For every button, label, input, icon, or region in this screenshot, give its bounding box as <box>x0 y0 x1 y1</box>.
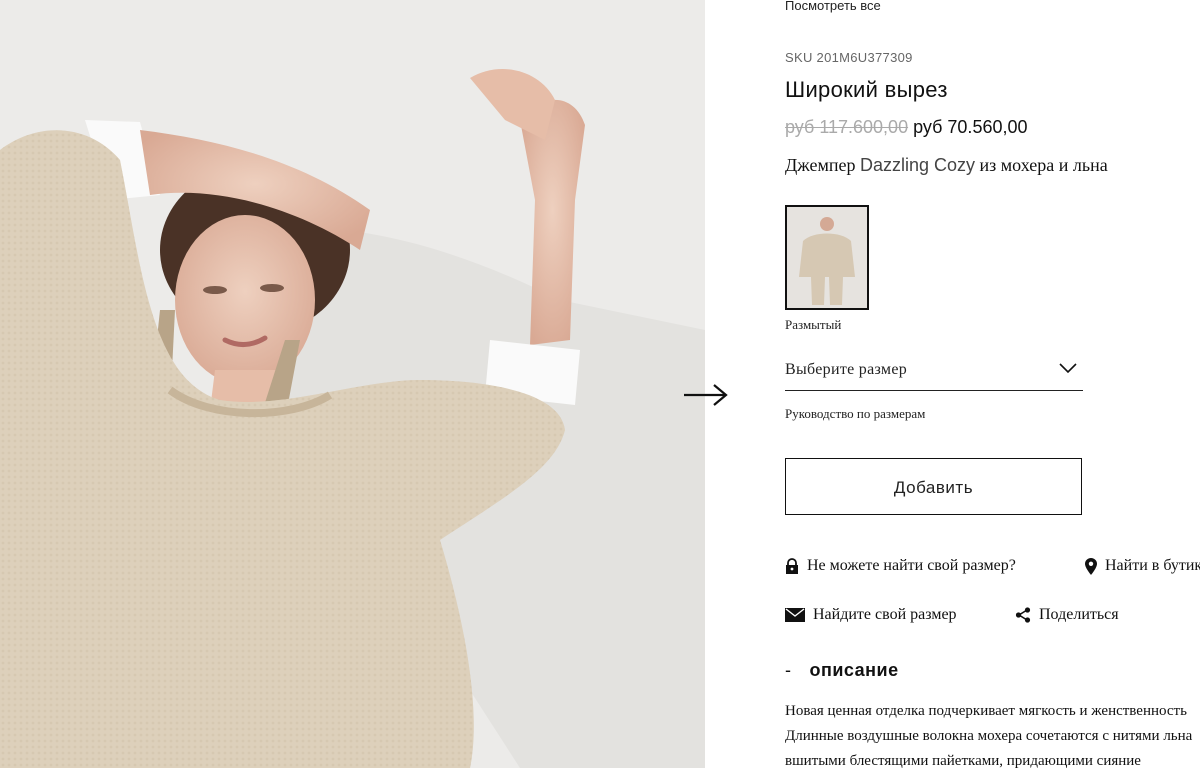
color-swatch-thumbnail <box>787 207 867 308</box>
subtitle-prefix: Джемпер <box>785 155 860 175</box>
product-sku: SKU 201M6U377309 <box>785 50 913 65</box>
next-image-arrow-icon[interactable] <box>680 380 732 410</box>
sale-price: руб 70.560,00 <box>913 117 1028 137</box>
add-to-cart-button[interactable]: Добавить <box>785 458 1082 515</box>
subtitle-suffix: из мохера и льна <box>975 155 1108 175</box>
share-label: Поделиться <box>1039 606 1119 623</box>
cant-find-size-link[interactable]: Не можете найти свой размер? <box>785 557 1016 575</box>
size-select-label: Выберите размер <box>785 361 908 378</box>
size-guide-link[interactable]: Руководство по размерам <box>785 406 925 422</box>
product-title: Широкий вырез <box>785 77 948 102</box>
find-your-size-label: Найдите свой размер <box>813 606 957 623</box>
share-link[interactable]: Поделиться <box>1015 606 1119 624</box>
size-select[interactable]: Выберите размер <box>785 352 1083 391</box>
chevron-down-icon <box>1059 363 1077 374</box>
product-info-panel: Посмотреть все SKU 201M6U377309 Широкий … <box>785 0 1200 768</box>
product-subtitle: Джемпер Dazzling Cozy из мохера и льна <box>785 155 1108 176</box>
description-toggle[interactable]: - описание <box>785 660 899 681</box>
color-swatch[interactable] <box>785 205 869 310</box>
product-photo <box>0 0 705 768</box>
description-line: вшитыми блестящими пайетками, придающими… <box>785 753 1141 768</box>
product-page: Посмотреть все SKU 201M6U377309 Широкий … <box>0 0 1200 768</box>
find-in-boutique-link[interactable]: Найти в бутике <box>1085 557 1200 575</box>
view-all-link[interactable]: Посмотреть все <box>785 0 881 13</box>
map-pin-icon <box>1085 557 1097 575</box>
cant-find-size-label: Не можете найти свой размер? <box>807 557 1016 574</box>
model-image <box>0 0 705 768</box>
old-price: руб 117.600,00 <box>785 117 909 137</box>
subtitle-brand: Dazzling Cozy <box>859 155 976 175</box>
collapse-dash-icon: - <box>785 660 792 680</box>
share-icon <box>1015 607 1031 623</box>
price-row: руб 117.600,00 руб 70.560,00 <box>785 117 1028 138</box>
find-your-size-link[interactable]: Найдите свой размер <box>785 606 957 624</box>
description-line: Новая ценная отделка подчеркивает мягкос… <box>785 703 1187 719</box>
description-line: Длинные воздушные волокна мохера сочетаю… <box>785 728 1193 744</box>
lock-icon <box>786 558 798 575</box>
color-label: Размытый <box>785 317 842 332</box>
find-in-boutique-label: Найти в бутике <box>1105 557 1200 574</box>
description-text: Новая ценная отделка подчеркивает мягкос… <box>785 699 1200 768</box>
description-heading: описание <box>809 660 899 680</box>
mail-icon <box>785 608 805 623</box>
